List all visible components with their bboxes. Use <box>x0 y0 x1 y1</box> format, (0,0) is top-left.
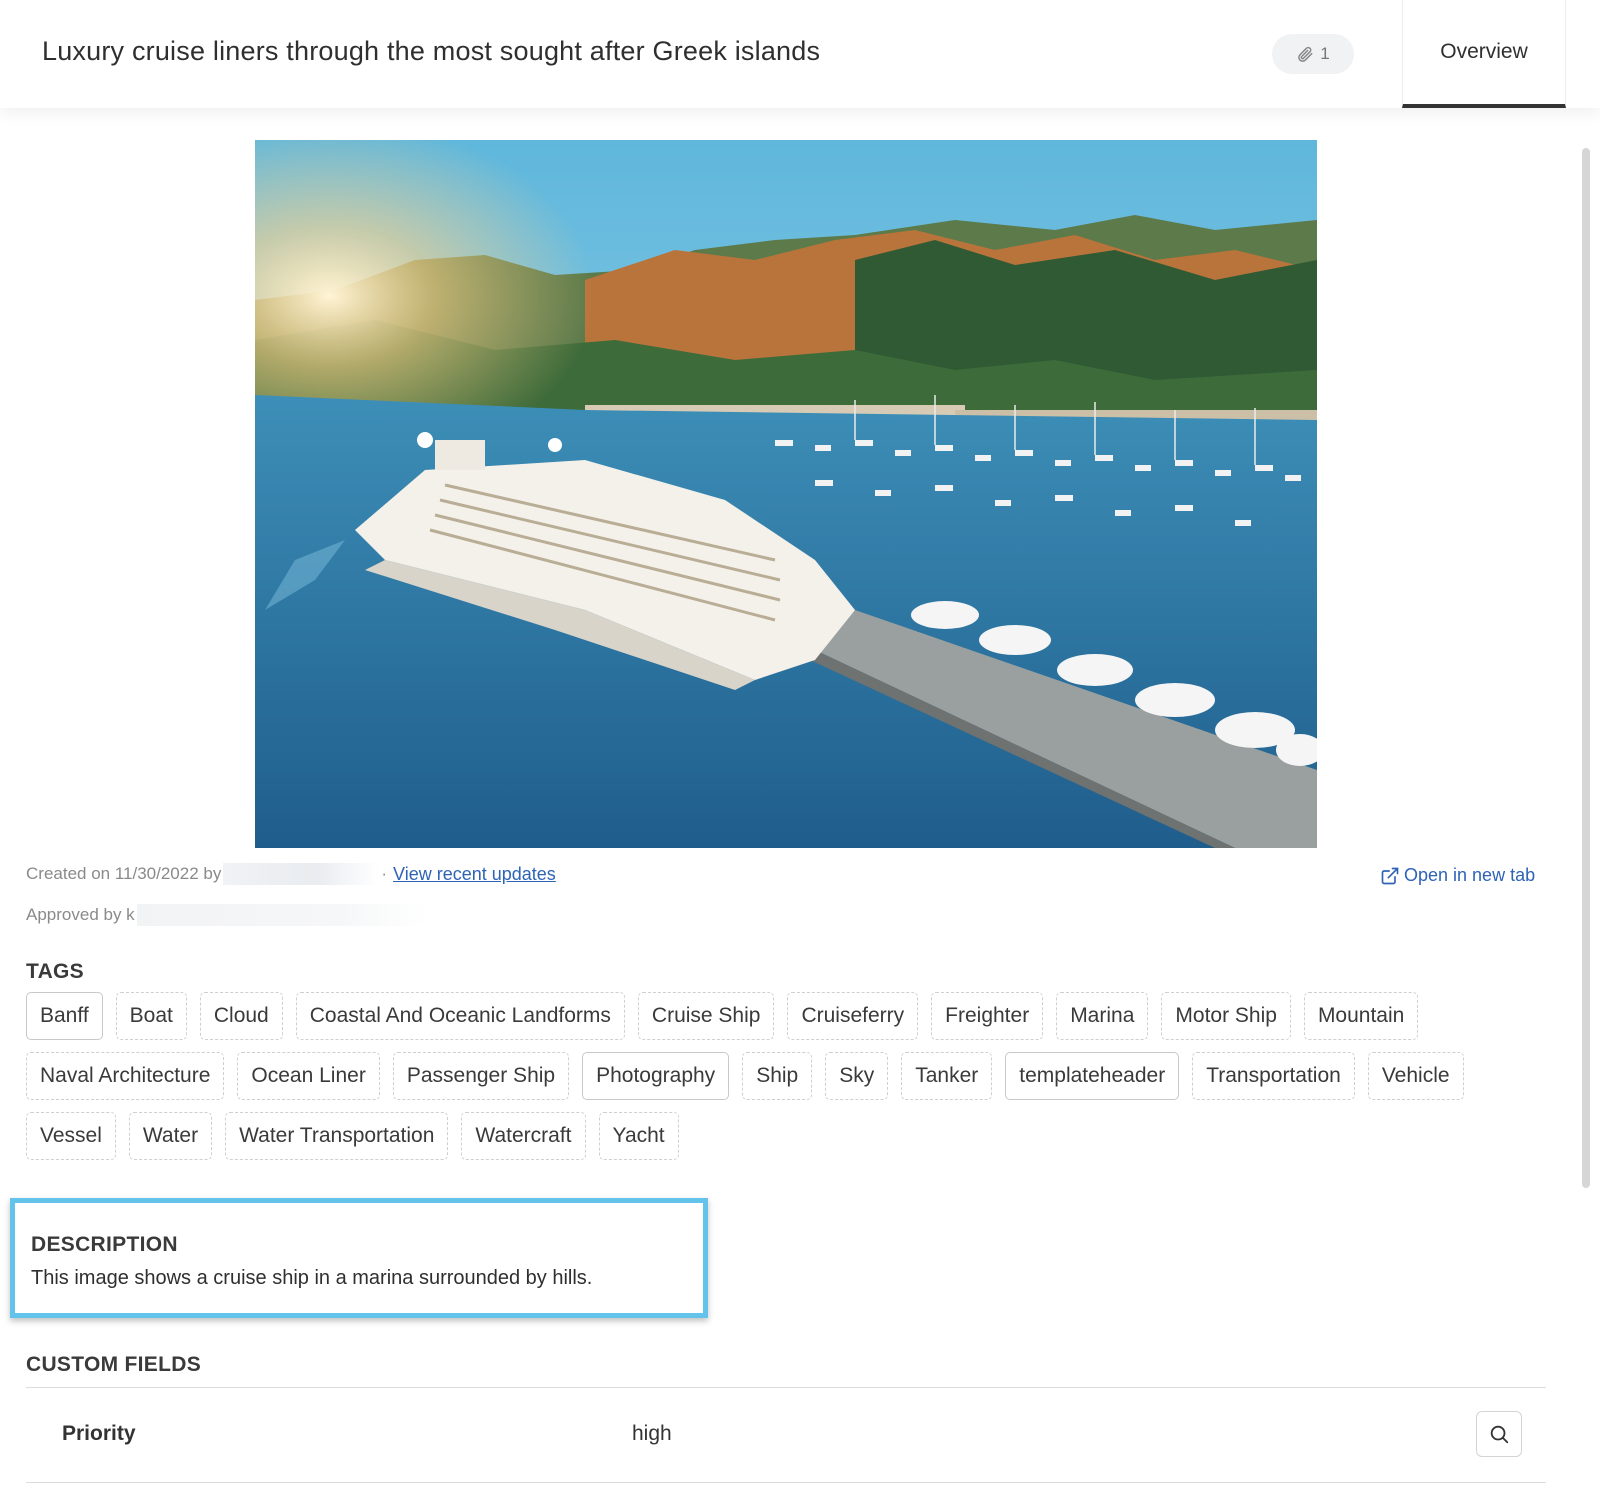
tag-chip[interactable]: Water Transportation <box>225 1112 449 1160</box>
paperclip-icon <box>1298 46 1313 62</box>
tag-chip[interactable]: Water <box>128 1112 213 1160</box>
attachments-button[interactable]: 1 <box>1272 34 1354 74</box>
attachment-count: 1 <box>1320 44 1330 63</box>
redacted-approver <box>136 904 427 926</box>
tag-chip[interactable]: Motor Ship <box>1161 992 1291 1040</box>
cruise-ship-marina-photo <box>255 140 1317 848</box>
tag-chip[interactable]: Yacht <box>598 1112 679 1160</box>
custom-field-label: Priority <box>62 1422 136 1445</box>
description-section: DESCRIPTION This image shows a cruise sh… <box>10 1198 708 1318</box>
tag-chip[interactable]: Freighter <box>931 992 1044 1040</box>
custom-fields-divider-top <box>26 1387 1546 1388</box>
tag-chip[interactable]: Marina <box>1056 992 1149 1040</box>
tag-chip[interactable]: Cruiseferry <box>787 992 919 1040</box>
created-text: Created on 11/30/2022 by <box>26 864 222 883</box>
tag-chip[interactable]: Watercraft <box>461 1112 586 1160</box>
tags-heading: TAGS <box>26 960 84 983</box>
asset-header: Luxury cruise liners through the most so… <box>0 0 1600 108</box>
custom-fields-divider-bottom <box>26 1482 1546 1483</box>
tag-chip[interactable]: Sky <box>825 1052 889 1100</box>
redacted-creator <box>223 863 380 885</box>
asset-preview-image[interactable] <box>255 140 1317 848</box>
tag-chip[interactable]: Banff <box>26 992 103 1040</box>
asset-title: Luxury cruise liners through the most so… <box>42 36 821 66</box>
tag-chip[interactable]: Mountain <box>1303 992 1419 1040</box>
external-link-icon <box>1381 867 1399 884</box>
tag-chip[interactable]: Vessel <box>26 1112 116 1160</box>
meta-separator: · <box>381 864 388 883</box>
search-icon <box>1490 1425 1509 1444</box>
tag-chip[interactable]: Tanker <box>901 1052 993 1100</box>
tag-chip[interactable]: Transportation <box>1192 1052 1355 1100</box>
header-spacer <box>1566 0 1600 108</box>
approved-info: Approved by k <box>26 904 427 926</box>
tag-chip[interactable]: Naval Architecture <box>26 1052 225 1100</box>
view-recent-updates-link[interactable]: View recent updates <box>393 864 556 885</box>
tag-chip[interactable]: Ocean Liner <box>237 1052 380 1100</box>
tag-chip[interactable]: Photography <box>582 1052 730 1100</box>
tag-chip[interactable]: Boat <box>115 992 187 1040</box>
scrollbar-thumb[interactable] <box>1582 148 1590 1188</box>
tags-list: Banff Boat Cloud Coastal And Oceanic Landfo… <box>26 992 1556 1160</box>
tag-chip[interactable]: Vehicle <box>1367 1052 1464 1100</box>
custom-field-search-button[interactable] <box>1476 1411 1522 1457</box>
approved-text: Approved by k <box>26 905 135 924</box>
custom-fields-heading: CUSTOM FIELDS <box>26 1353 202 1376</box>
tab-overview[interactable]: Overview <box>1402 0 1566 108</box>
description-text: This image shows a cruise ship in a mari… <box>31 1267 593 1289</box>
tag-chip[interactable]: templateheader <box>1005 1052 1180 1100</box>
open-in-new-tab-link[interactable]: Open in new tab <box>1380 865 1535 886</box>
custom-field-value: high <box>632 1422 672 1445</box>
tag-chip[interactable]: Cloud <box>199 992 283 1040</box>
open-in-new-tab-label: Open in new tab <box>1404 865 1536 885</box>
tag-chip[interactable]: Ship <box>742 1052 813 1100</box>
created-info: Created on 11/30/2022 by · View recent u… <box>26 863 556 885</box>
tag-chip[interactable]: Coastal And Oceanic Landforms <box>295 992 625 1040</box>
tag-chip[interactable]: Passenger Ship <box>392 1052 570 1100</box>
description-heading: DESCRIPTION <box>31 1233 178 1256</box>
tag-chip[interactable]: Cruise Ship <box>637 992 775 1040</box>
